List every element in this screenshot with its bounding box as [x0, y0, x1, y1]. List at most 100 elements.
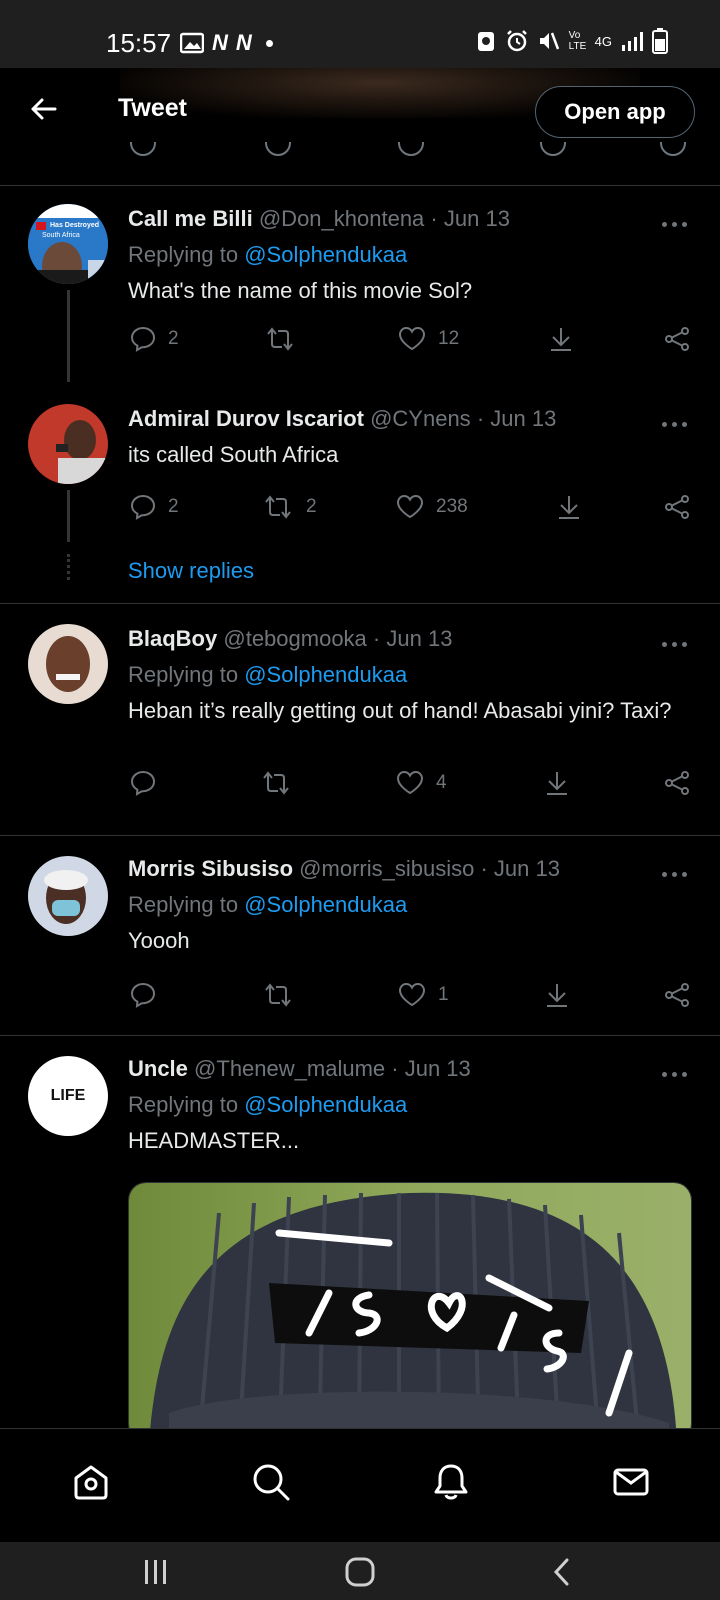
dot-icon — [661, 1071, 667, 1077]
reply-button[interactable]: 2 — [130, 494, 179, 520]
photo-beanie-drawing — [129, 1183, 691, 1441]
bottom-navigation — [0, 1428, 720, 1542]
share-button[interactable] — [664, 494, 690, 520]
home-icon — [74, 1465, 108, 1500]
recents-button[interactable] — [134, 1550, 178, 1594]
dot-icon — [671, 641, 677, 647]
replying-to-link[interactable]: @Solphendukaa — [244, 662, 407, 687]
gallery-icon — [180, 32, 204, 54]
retweet-button[interactable] — [262, 982, 294, 1008]
retweet-button[interactable] — [264, 326, 296, 352]
separator: · — [391, 1056, 399, 1081]
nav-search-button[interactable] — [246, 1457, 296, 1507]
tweet-blaqboy[interactable]: BlaqBoy @tebogmooka · Jun 13 Replying to… — [0, 604, 720, 836]
more-options-button[interactable] — [658, 866, 690, 882]
user-handle[interactable]: @morris_sibusiso — [299, 856, 474, 881]
replying-to-label: Replying to — [128, 892, 239, 917]
avatar-image — [28, 856, 108, 936]
download-arrow-icon — [551, 328, 571, 351]
reply-button[interactable] — [130, 770, 156, 796]
display-name[interactable]: Admiral Durov Iscariot — [128, 406, 364, 431]
nav-notifications-button[interactable] — [426, 1457, 476, 1507]
reply-button[interactable]: 2 — [130, 326, 179, 352]
dot-icon — [681, 421, 687, 427]
recents-icon — [145, 1560, 166, 1584]
back-nav-button[interactable] — [540, 1550, 584, 1594]
download-button[interactable] — [556, 494, 582, 520]
tweet-media-image[interactable] — [128, 1182, 692, 1442]
tweet-admiral-durov-iscariot[interactable]: Admiral Durov Iscariot @CYnens · Jun 13 … — [0, 382, 720, 604]
nav-home-button[interactable] — [66, 1457, 116, 1507]
replying-to-link[interactable]: @Solphendukaa — [244, 892, 407, 917]
download-arrow-icon — [559, 496, 579, 519]
download-button[interactable] — [548, 326, 574, 352]
more-options-button[interactable] — [658, 416, 690, 432]
replying-to: Replying to @Solphendukaa — [128, 240, 407, 270]
search-icon — [253, 1464, 290, 1501]
replying-to-label: Replying to — [128, 1092, 239, 1117]
avatar[interactable] — [28, 856, 108, 936]
avatar[interactable]: Has Destroyed South Africa — [28, 204, 108, 284]
display-name[interactable]: Call me Billi — [128, 206, 253, 231]
reply-icon — [130, 982, 156, 1008]
avatar[interactable]: LIFE — [28, 1056, 108, 1136]
tweet-date[interactable]: Jun 13 — [444, 206, 510, 231]
avatar-logo-text: LIFE — [50, 1087, 86, 1104]
display-name[interactable]: Morris Sibusiso — [128, 856, 293, 881]
replying-to-link[interactable]: @Solphendukaa — [244, 242, 407, 267]
display-name[interactable]: BlaqBoy — [128, 626, 217, 651]
user-handle[interactable]: @Thenew_malume — [194, 1056, 385, 1081]
tweet-meta: Call me Billi @Don_khontena · Jun 13 — [128, 204, 510, 234]
tweet-call-me-billi[interactable]: Has Destroyed South Africa Call me Billi… — [0, 186, 720, 382]
like-count: 4 — [436, 772, 447, 793]
share-button[interactable] — [664, 982, 690, 1008]
download-button[interactable] — [544, 770, 570, 796]
like-button[interactable]: 12 — [398, 326, 459, 352]
nav-messages-button[interactable] — [606, 1457, 656, 1507]
retweet-button[interactable] — [260, 770, 292, 796]
replying-to-link[interactable]: @Solphendukaa — [244, 1092, 407, 1117]
home-button[interactable] — [338, 1550, 382, 1594]
user-handle[interactable]: @CYnens — [370, 406, 471, 431]
tweet-date[interactable]: Jun 13 — [405, 1056, 471, 1081]
replying-to: Replying to @Solphendukaa — [128, 1090, 407, 1120]
avatar[interactable] — [28, 624, 108, 704]
tweet-date[interactable]: Jun 13 — [386, 626, 452, 651]
tweet-morris-sibusiso[interactable]: Morris Sibusiso @morris_sibusiso · Jun 1… — [0, 836, 720, 1036]
more-options-button[interactable] — [658, 216, 690, 232]
bell-icon — [434, 1464, 468, 1500]
share-icon — [665, 327, 689, 351]
tweet-actions: 2 2 238 — [0, 494, 720, 528]
show-replies-link[interactable]: Show replies — [128, 558, 254, 584]
network-type-icon: 4G — [594, 33, 612, 49]
replying-to: Replying to @Solphendukaa — [128, 890, 407, 920]
app-n-icon-2: N — [235, 30, 252, 55]
open-app-button[interactable]: Open app — [535, 86, 695, 138]
tweet-meta: Morris Sibusiso @morris_sibusiso · Jun 1… — [128, 854, 560, 884]
dot-icon — [681, 221, 687, 227]
download-button[interactable] — [544, 982, 570, 1008]
avatar-caption-2: South Africa — [42, 232, 80, 239]
like-button[interactable]: 1 — [398, 982, 449, 1008]
share-button[interactable] — [664, 770, 690, 796]
separator: · — [480, 856, 488, 881]
reply-button[interactable] — [130, 982, 156, 1008]
tweet-date[interactable]: Jun 13 — [494, 856, 560, 881]
arrow-left-icon — [31, 98, 57, 120]
more-options-button[interactable] — [658, 1066, 690, 1082]
more-options-button[interactable] — [658, 636, 690, 652]
share-button[interactable] — [664, 326, 690, 352]
tweet-date[interactable]: Jun 13 — [490, 406, 556, 431]
like-button[interactable]: 4 — [396, 770, 447, 796]
back-button[interactable] — [22, 88, 64, 130]
user-handle[interactable]: @tebogmooka — [223, 626, 366, 651]
display-name[interactable]: Uncle — [128, 1056, 188, 1081]
replying-to-label: Replying to — [128, 242, 239, 267]
avatar[interactable] — [28, 404, 108, 484]
separator: · — [476, 406, 485, 431]
thread-dots — [67, 554, 70, 580]
user-handle[interactable]: @Don_khontena — [259, 206, 424, 231]
dot-icon — [681, 871, 687, 877]
like-button[interactable]: 238 — [396, 494, 468, 520]
retweet-button[interactable]: 2 — [262, 494, 317, 520]
